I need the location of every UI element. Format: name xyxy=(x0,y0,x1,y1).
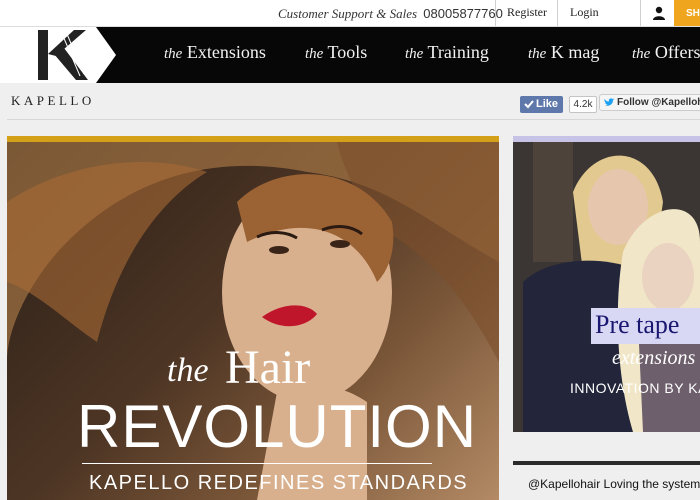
hero-tagline: KAPELLO REDEFINES STANDARDS xyxy=(89,472,469,494)
main-nav: the Extensions the Tools the Training th… xyxy=(0,27,700,83)
hero-headline: REVOLUTION xyxy=(77,393,478,460)
header-divider xyxy=(7,119,700,120)
kapello-logo-mark[interactable] xyxy=(8,26,98,86)
shop-label: SHOP xyxy=(686,8,700,19)
shop-button[interactable]: SHOP xyxy=(674,0,700,26)
nav-training[interactable]: the Training xyxy=(405,42,489,63)
nav-the: the xyxy=(632,46,651,62)
tweet-text[interactable]: @Kapellohair Loving the systems xyxy=(528,477,700,491)
nav-extensions[interactable]: the Extensions xyxy=(164,42,266,63)
support-label: Customer Support & Sales xyxy=(278,6,418,21)
like-count: 4.2k xyxy=(569,96,597,113)
twitter-bird-icon xyxy=(604,98,615,106)
nav-label: Training xyxy=(427,42,489,62)
register-link[interactable]: Register xyxy=(507,5,547,20)
checkmark-icon xyxy=(524,100,534,109)
nav-the: the xyxy=(164,46,183,62)
nav-label: Offers xyxy=(654,42,700,62)
divider xyxy=(640,0,641,26)
facebook-like-button[interactable]: Like xyxy=(520,96,563,113)
nav-the: the xyxy=(305,46,324,62)
nav-kmag[interactable]: the K mag xyxy=(528,42,599,63)
customer-support: Customer Support & Sales 08005877760 xyxy=(278,6,503,22)
brand-name[interactable]: KAPELLO xyxy=(11,93,95,109)
nav-label: Extensions xyxy=(186,42,266,62)
nav-label: K mag xyxy=(550,42,600,62)
pre-tape-promo[interactable]: Pre tape extensions INNOVATION BY KA xyxy=(513,142,700,432)
hero-banner[interactable]: the Hair REVOLUTION KAPELLO REDEFINES ST… xyxy=(7,142,499,500)
login-link[interactable]: Login xyxy=(570,5,599,20)
nav-the: the xyxy=(405,46,424,62)
twitter-follow-button[interactable]: Follow @Kapellohair xyxy=(599,94,700,111)
support-phone[interactable]: 08005877760 xyxy=(423,6,503,21)
twitter-feed-bar xyxy=(513,461,700,465)
hero-divider xyxy=(82,463,432,464)
follow-label: Follow @Kapellohair xyxy=(617,97,700,108)
nav-tools[interactable]: the Tools xyxy=(305,42,367,63)
top-utility-bar: Customer Support & Sales 08005877760 Reg… xyxy=(0,0,700,27)
promo-subtitle: extensions xyxy=(612,347,696,369)
user-icon[interactable] xyxy=(651,5,667,21)
hero-the: the xyxy=(167,352,209,389)
promo-title: Pre tape xyxy=(595,310,680,339)
promo-innovation: INNOVATION BY KA xyxy=(570,380,700,396)
divider xyxy=(557,0,558,26)
nav-label: Tools xyxy=(327,42,368,62)
nav-offers[interactable]: the Offers xyxy=(632,42,700,63)
hero-hair: Hair xyxy=(225,341,311,394)
like-label: Like xyxy=(536,98,559,110)
nav-the: the xyxy=(528,46,547,62)
divider xyxy=(495,0,496,26)
